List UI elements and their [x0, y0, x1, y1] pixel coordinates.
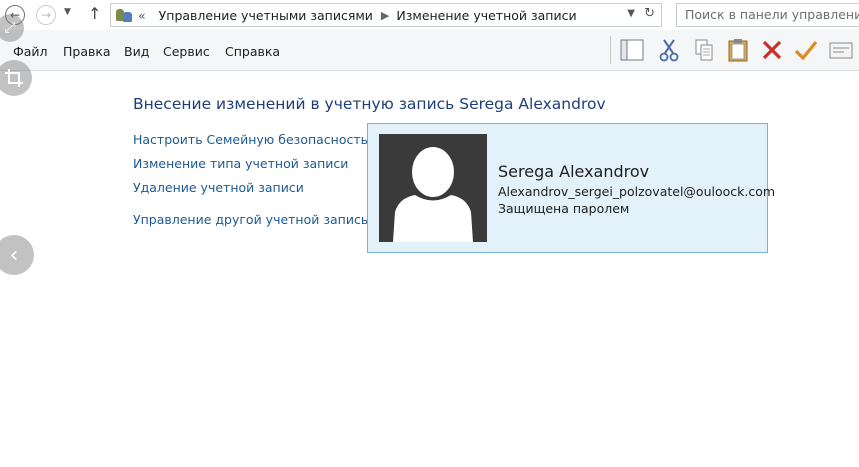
user-silhouette-icon	[393, 147, 473, 242]
delete-account-link[interactable]: Удаление учетной записи	[133, 180, 304, 195]
account-status: Защищена паролем	[498, 201, 630, 216]
menu-view[interactable]: Вид	[124, 44, 149, 59]
chevron-left-icon: ‹	[9, 242, 19, 268]
chevron-down-icon: ▼	[64, 7, 71, 17]
manage-another-account-link[interactable]: Управление другой учетной записью	[133, 212, 379, 227]
layout-pane-icon	[620, 39, 644, 61]
address-bar[interactable]: « Управление учетными записями ▶ Изменен…	[110, 3, 662, 27]
delete-icon	[762, 40, 782, 60]
account-name: Serega Alexandrov	[498, 162, 650, 181]
crop-icon	[5, 69, 23, 87]
cut-icon	[659, 39, 679, 62]
forward-button[interactable]: →	[36, 5, 56, 25]
family-safety-link[interactable]: Настроить Семейную безопасность	[133, 132, 368, 147]
properties-button[interactable]	[828, 37, 854, 63]
menu-file[interactable]: Файл	[13, 44, 48, 59]
toolbar-divider	[610, 36, 611, 64]
checkmark-icon	[794, 40, 818, 61]
account-card: Serega Alexandrov Alexandrov_sergei_polz…	[367, 123, 775, 253]
apply-button[interactable]	[793, 37, 819, 63]
breadcrumb-overflow-chevron[interactable]: «	[138, 8, 146, 23]
menu-help[interactable]: Справка	[225, 44, 280, 59]
properties-icon	[829, 42, 853, 59]
breadcrumb-change-account[interactable]: Изменение учетной записи	[396, 8, 576, 23]
up-button[interactable]: ↑	[88, 4, 101, 23]
arrow-up-icon: ↑	[88, 4, 102, 23]
page-title: Внесение изменений в учетную запись Sere…	[133, 95, 606, 113]
expand-icon: ⤢	[4, 20, 16, 36]
layout-pane-button[interactable]	[619, 37, 645, 63]
breadcrumb-separator-icon[interactable]: ▶	[381, 9, 389, 22]
search-input[interactable]: Поиск в панели управления	[676, 3, 859, 27]
delete-button[interactable]	[759, 37, 785, 63]
search-placeholder: Поиск в панели управления	[685, 7, 859, 22]
copy-icon	[695, 39, 713, 61]
address-dropdown-icon[interactable]: ▼	[627, 8, 635, 19]
cut-button[interactable]	[656, 37, 682, 63]
change-account-type-link[interactable]: Изменение типа учетной записи	[133, 156, 348, 171]
copy-button[interactable]	[691, 37, 717, 63]
previous-overlay-button[interactable]: ‹	[0, 235, 34, 275]
refresh-icon[interactable]: ↻	[644, 6, 655, 21]
users-icon	[115, 7, 133, 23]
recent-locations-button[interactable]: ▼	[64, 7, 71, 17]
menu-edit[interactable]: Правка	[63, 44, 111, 59]
address-toolbar: ← → ▼ ↑ « Управление учетными записями ▶…	[0, 0, 859, 30]
avatar	[379, 134, 487, 242]
menu-bar: Файл Правка Вид Сервис Справка	[0, 30, 859, 71]
menu-tools[interactable]: Сервис	[163, 44, 210, 59]
paste-icon	[728, 39, 748, 62]
paste-button[interactable]	[725, 37, 751, 63]
breadcrumb-user-accounts[interactable]: Управление учетными записями	[159, 8, 373, 23]
crop-overlay-button[interactable]	[0, 60, 32, 96]
arrow-right-icon: →	[40, 8, 52, 22]
account-email: Alexandrov_sergei_polzovatel@ouloock.com	[498, 184, 776, 199]
